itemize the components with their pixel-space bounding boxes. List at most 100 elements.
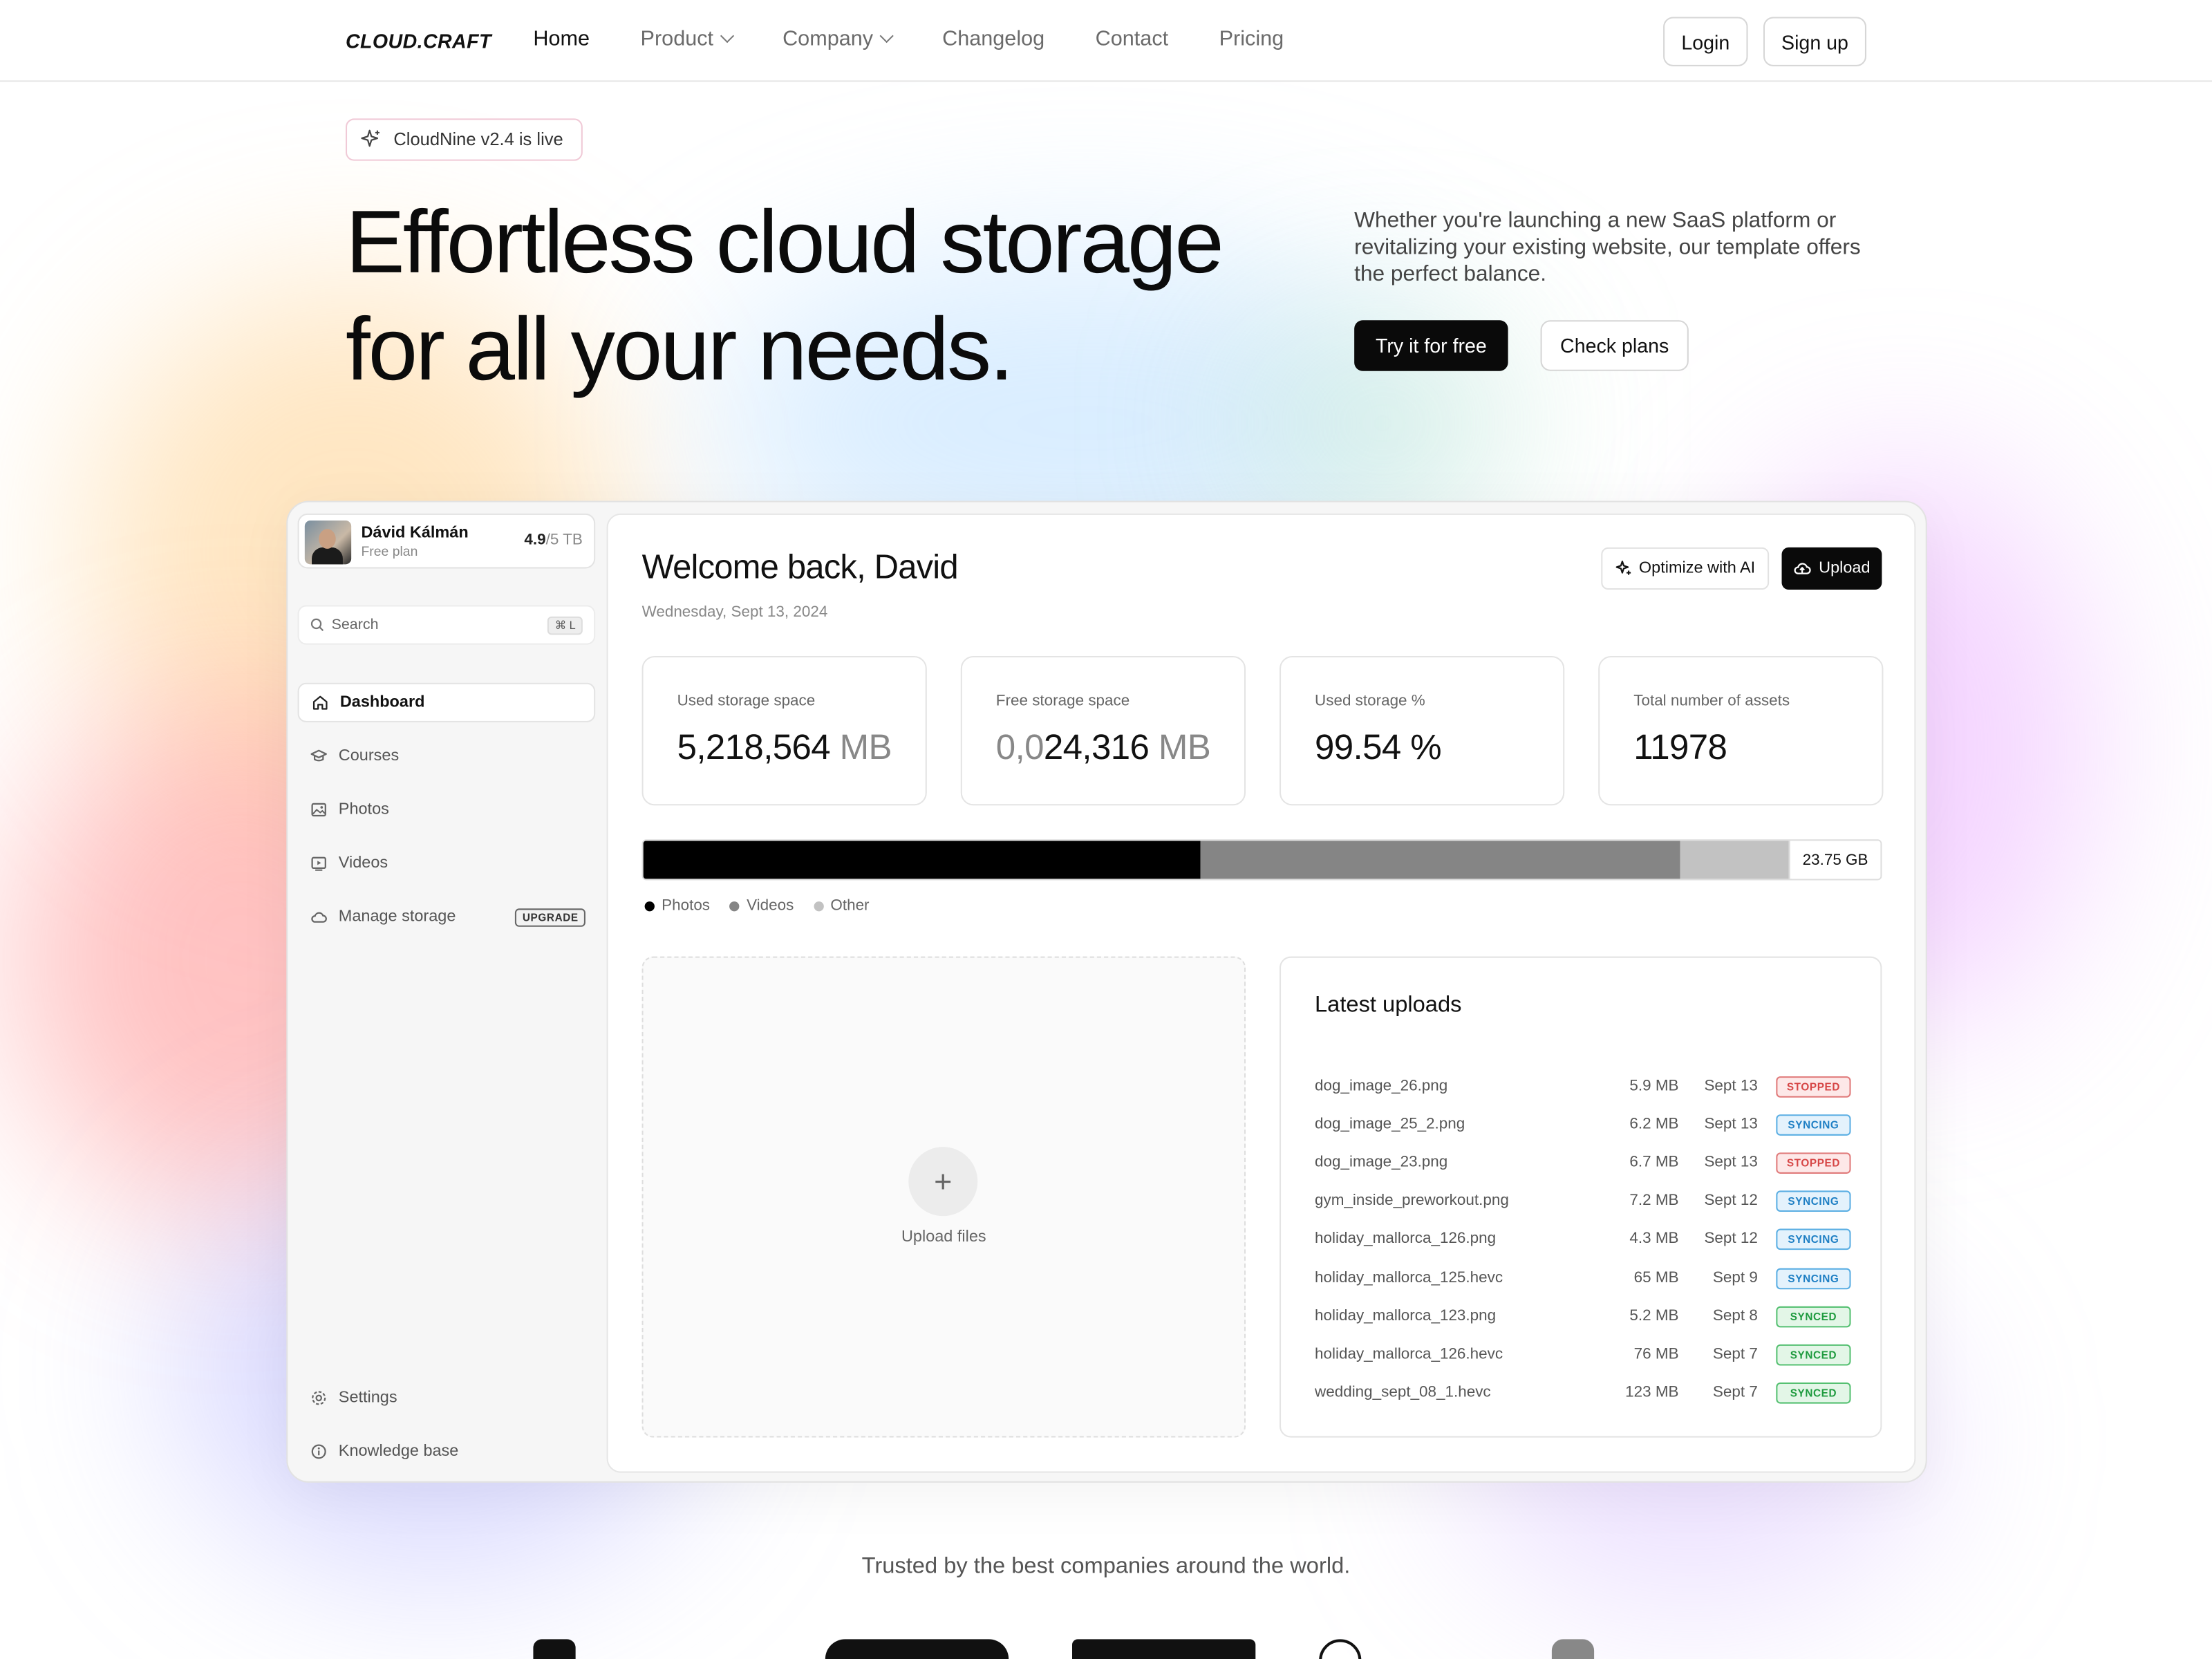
latest-uploads-panel: Latest uploads dog_image_26.png 5.9 MB Sep… [1280, 956, 1882, 1438]
nav-company[interactable]: Company [782, 27, 894, 50]
optimize-ai-button[interactable]: Optimize with AI [1601, 547, 1770, 590]
stat-card-used-percent: Used storage % 99.54 % [1280, 655, 1565, 806]
legend-other: Other [813, 897, 870, 914]
hero-title-line1: Effortless cloud storage [345, 193, 1224, 292]
trusted-by-text: Trusted by the best companies around the… [861, 1554, 1351, 1579]
upload-row[interactable]: gym_inside_preworkout.png 7.2 MB Sept 12 SY… [1315, 1188, 1851, 1217]
status-badge: STOPPED [1776, 1076, 1851, 1098]
current-date: Wednesday, Sept 13, 2024 [641, 603, 828, 621]
status-badge: SYNCING [1776, 1191, 1851, 1212]
stat-card-used-space: Used storage space 5,218,564 MB [641, 655, 927, 806]
login-button[interactable]: Login [1663, 17, 1748, 66]
release-badge[interactable]: CloudNine v2.4 is live [345, 118, 583, 161]
storage-segment-videos [1200, 841, 1680, 879]
try-free-button[interactable]: Try it for free [1354, 320, 1508, 371]
stat-label: Free storage space [995, 693, 1130, 710]
nav-changelog[interactable]: Changelog [942, 27, 1044, 51]
search-shortcut: ⌘ L [547, 616, 583, 635]
nav-product[interactable]: Product [641, 27, 734, 50]
nav-home-label: Home [533, 26, 590, 51]
upload-filename: gym_inside_preworkout.png [1315, 1192, 1509, 1210]
sparkle-icon [361, 129, 379, 147]
nav-contact[interactable]: Contact [1096, 27, 1169, 51]
sidebar-item-knowledge-base[interactable]: Knowledge base [298, 1432, 596, 1471]
cloud-icon [311, 912, 327, 923]
upload-row[interactable]: dog_image_23.png 6.7 MB Sept 13 STOPPED [1315, 1150, 1851, 1179]
sidebar-item-dashboard[interactable]: Dashboard [297, 682, 596, 722]
status-badge: SYNCING [1776, 1229, 1851, 1250]
nav-home[interactable]: Home [533, 27, 590, 51]
upload-filename: dog_image_23.png [1315, 1154, 1448, 1172]
sidebar-item-settings[interactable]: Settings [298, 1378, 596, 1418]
gear-icon [312, 1391, 326, 1405]
chevron-down-icon [720, 28, 734, 44]
user-name: Dávid Kálmán [361, 525, 469, 542]
sidebar-item-videos[interactable]: Videos [298, 843, 596, 883]
stat-label: Total number of assets [1633, 693, 1790, 710]
brand-logo[interactable]: CLOUD.CRAFT [346, 30, 491, 53]
check-plans-button[interactable]: Check plans [1540, 320, 1689, 371]
storage-quota: 4.9/5 TB [524, 532, 582, 548]
upload-row[interactable]: holiday_mallorca_125.hevc 65 MB Sept 9 SYNC… [1315, 1265, 1851, 1293]
video-icon [311, 856, 326, 871]
sidebar-item-courses[interactable]: Courses [298, 736, 596, 776]
sidebar-item-label: Knowledge base [338, 1443, 459, 1461]
legend-photos: Photos [644, 897, 710, 914]
upload-row[interactable]: dog_image_25_2.png 6.2 MB Sept 13 SYNCING [1315, 1112, 1851, 1140]
status-badge: SYNCING [1776, 1114, 1851, 1136]
upload-row[interactable]: holiday_mallorca_126.hevc 76 MB Sept 7 SYNC… [1315, 1341, 1851, 1369]
upload-date: Sept 13 [1704, 1154, 1758, 1172]
dropzone-label: Upload files [901, 1228, 986, 1246]
upload-size: 6.2 MB [1629, 1116, 1679, 1133]
nav-pricing[interactable]: Pricing [1219, 27, 1284, 51]
upload-row[interactable]: holiday_mallorca_126.png 4.3 MB Sept 12 SYN… [1315, 1226, 1851, 1255]
upload-size: 7.2 MB [1629, 1192, 1679, 1210]
upload-dropzone[interactable]: + Upload files [641, 956, 1246, 1438]
upload-row[interactable]: dog_image_26.png 5.9 MB Sept 13 STOPPED [1315, 1074, 1851, 1102]
status-badge: STOPPED [1776, 1152, 1851, 1174]
storage-segment-photos [643, 841, 1201, 879]
upload-size: 5.2 MB [1629, 1306, 1679, 1324]
hero-subtitle: Whether you're launching a new SaaS plat… [1354, 209, 1861, 287]
stat-card-free-space: Free storage space 0,024,316 MB [960, 655, 1246, 806]
signup-button[interactable]: Sign up [1763, 17, 1866, 66]
upload-size: 76 MB [1633, 1345, 1679, 1362]
storage-total-label: 23.75 GB [1788, 841, 1881, 879]
graduation-cap-icon [310, 749, 327, 762]
upload-date: Sept 7 [1712, 1345, 1758, 1362]
sidebar-item-photos[interactable]: Photos [298, 790, 596, 830]
upload-row[interactable]: wedding_sept_08_1.hevc 123 MB Sept 7 SYNCED [1315, 1379, 1851, 1407]
stat-number-dim: 0,0 [995, 728, 1044, 768]
hero-title-line2: for all your needs. [345, 300, 1014, 400]
stat-number: 99.54 % [1315, 728, 1442, 768]
upload-size: 65 MB [1633, 1268, 1679, 1286]
legend-label: Videos [747, 897, 794, 915]
nav-contact-label: Contact [1095, 26, 1169, 51]
main-panel: Welcome back, David Wednesday, Sept 13, … [606, 513, 1916, 1473]
status-badge: SYNCED [1776, 1382, 1851, 1404]
legend-videos: Videos [729, 897, 794, 915]
plus-icon[interactable]: + [908, 1147, 978, 1217]
stat-value: 5,218,564 MB [677, 728, 892, 769]
latest-uploads-title: Latest uploads [1315, 993, 1462, 1018]
upload-row[interactable]: holiday_mallorca_123.png 5.2 MB Sept 8 SYNC… [1315, 1303, 1851, 1331]
stat-label: Used storage space [677, 693, 816, 710]
stat-unit: MB [830, 728, 892, 768]
upload-button[interactable]: Upload [1781, 547, 1882, 590]
sidebar-item-manage-storage[interactable]: Manage storage UPGRADE [298, 897, 596, 937]
storage-segment-other [1680, 841, 1792, 879]
stat-card-total-assets: Total number of assets 11978 [1598, 655, 1884, 806]
upgrade-badge[interactable]: UPGRADE [515, 908, 585, 927]
stat-number: 24,316 [1043, 728, 1150, 768]
stat-value: 99.54 % [1315, 728, 1442, 769]
upload-date: Sept 7 [1712, 1383, 1758, 1401]
dashboard-mockup: Dávid Kálmán Free plan 4.9/5 TB Search ⌘… [286, 500, 1927, 1483]
user-card[interactable]: Dávid Kálmán Free plan 4.9/5 TB [297, 513, 596, 569]
welcome-title: Welcome back, David [641, 548, 959, 587]
upload-size: 5.9 MB [1629, 1078, 1679, 1095]
company-logo [1072, 1639, 1256, 1659]
search-input[interactable]: Search ⌘ L [297, 605, 596, 645]
sidebar-item-label: Dashboard [339, 694, 425, 711]
nav-changelog-label: Changelog [942, 26, 1045, 51]
quota-total: /5 TB [545, 532, 583, 549]
